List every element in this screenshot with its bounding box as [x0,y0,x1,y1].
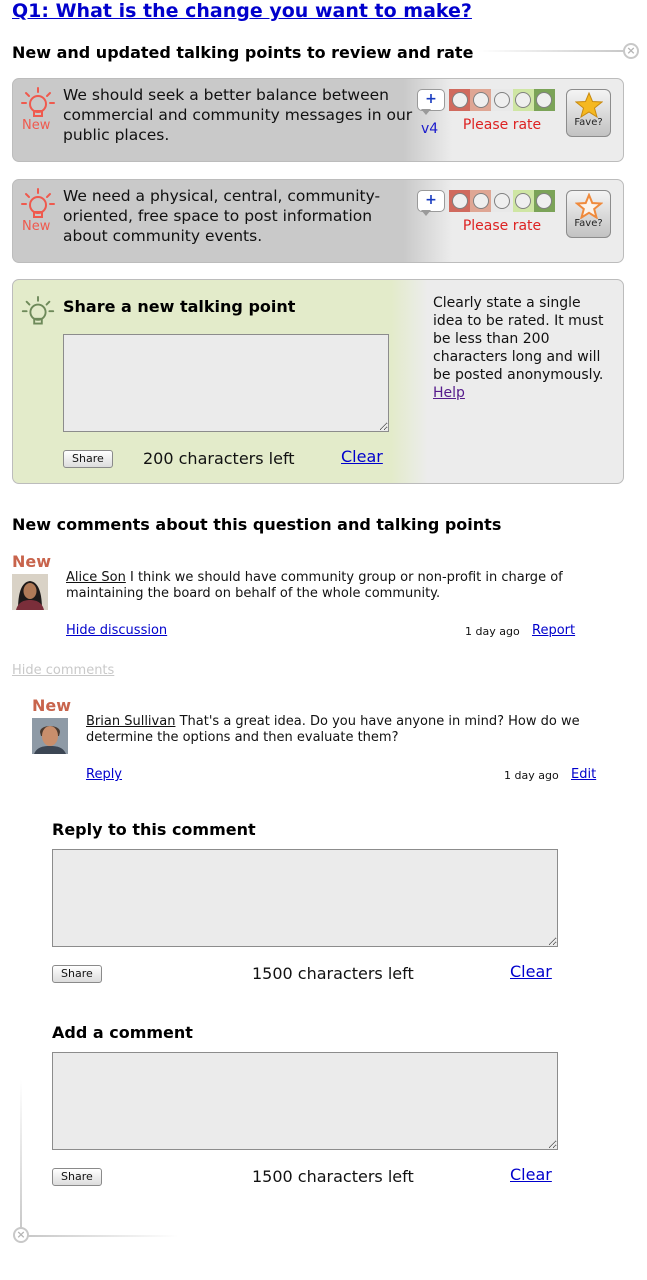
share-button[interactable]: Share [52,1168,102,1186]
fave-button[interactable]: Fave? [566,190,611,238]
comment-author-link[interactable]: Brian Sullivan [86,714,175,729]
share-button[interactable]: Share [63,450,113,468]
comment-timestamp: 1 day ago [465,625,520,638]
talking-point-text: We need a physical, central, community-o… [63,187,381,245]
rating-option-2[interactable] [470,190,492,212]
version-link[interactable]: v4 [421,121,438,137]
rating-option-1[interactable] [449,89,471,111]
rating-option-3[interactable] [491,89,513,111]
panel-border-bottom [28,1235,178,1237]
new-badge: New [12,552,52,571]
talking-point-card: New We should seek a better balance betw… [12,78,624,162]
comment-timestamp: 1 day ago [504,769,559,782]
avatar[interactable] [32,718,68,754]
comment-text: I think we should have community group o… [66,570,563,601]
comment-author-link[interactable]: Alice Son [66,570,126,585]
help-link[interactable]: Help [433,385,465,401]
star-outline-icon [574,193,603,219]
share-button[interactable]: Share [52,965,102,983]
reply-textarea[interactable] [52,849,558,947]
panel-border-top [478,50,624,52]
user-photo-icon [32,718,68,754]
characters-left-counter: 1500 characters left [252,1167,414,1186]
share-point-heading: Share a new talking point [63,297,296,316]
talking-points-heading: New and updated talking points to review… [12,43,474,62]
comment-body: Alice Son I think we should have communi… [66,570,576,602]
add-plus-button[interactable]: + [417,89,445,111]
talking-point-card: New We need a physical, central, communi… [12,179,624,263]
close-panel-icon[interactable]: × [623,43,639,59]
rating-option-5[interactable] [533,190,556,212]
share-help-text: Clearly state a single idea to be rated.… [433,294,613,402]
talking-point-text: We should seek a better balance between … [63,86,413,144]
add-plus-button[interactable]: + [417,190,445,212]
rating-option-1[interactable] [449,190,471,212]
question-title-link[interactable]: Q1: What is the change you want to make? [12,0,472,22]
clear-link[interactable]: Clear [510,1165,552,1184]
rating-option-5[interactable] [533,89,556,111]
reply-form-heading: Reply to this comment [52,820,256,839]
rating-option-2[interactable] [470,89,492,111]
hide-discussion-link[interactable]: Hide discussion [66,623,167,638]
user-photo-icon [12,574,48,610]
add-comment-heading: Add a comment [52,1023,193,1042]
clear-link[interactable]: Clear [341,447,383,466]
comment-body: Brian Sullivan That's a great idea. Do y… [86,714,581,746]
comments-heading: New comments about this question and tal… [12,515,502,534]
fave-button[interactable]: Fave? [566,89,611,137]
characters-left-counter: 1500 characters left [252,964,414,983]
new-badge: New [22,118,51,133]
plus-button-tail [421,210,431,216]
fave-label: Fave? [574,117,603,128]
talking-point-textarea[interactable] [63,334,389,432]
edit-link[interactable]: Edit [571,767,596,782]
lightbulb-icon [21,296,55,325]
new-badge: New [22,219,51,234]
rating-scale [449,190,556,212]
report-link[interactable]: Report [532,623,575,638]
please-rate-label: Please rate [462,218,542,234]
rating-scale [449,89,556,111]
rating-option-3[interactable] [491,190,513,212]
clear-link[interactable]: Clear [510,962,552,981]
share-talking-point-panel: Share a new talking point Share 200 char… [12,279,624,484]
fave-label: Fave? [574,218,603,229]
rating-option-4[interactable] [512,190,534,212]
close-panel-icon[interactable]: × [13,1227,29,1243]
reply-link[interactable]: Reply [86,767,122,782]
comment-textarea[interactable] [52,1052,558,1150]
star-icon [574,92,603,118]
please-rate-label: Please rate [462,117,542,133]
hide-comments-link[interactable]: Hide comments [12,663,114,678]
plus-button-tail [421,109,431,115]
help-description: Clearly state a single idea to be rated.… [433,295,604,383]
avatar[interactable] [12,574,48,610]
panel-border-left [20,1080,22,1230]
rating-option-4[interactable] [512,89,534,111]
new-badge: New [32,696,72,715]
characters-left-counter: 200 characters left [143,449,295,468]
